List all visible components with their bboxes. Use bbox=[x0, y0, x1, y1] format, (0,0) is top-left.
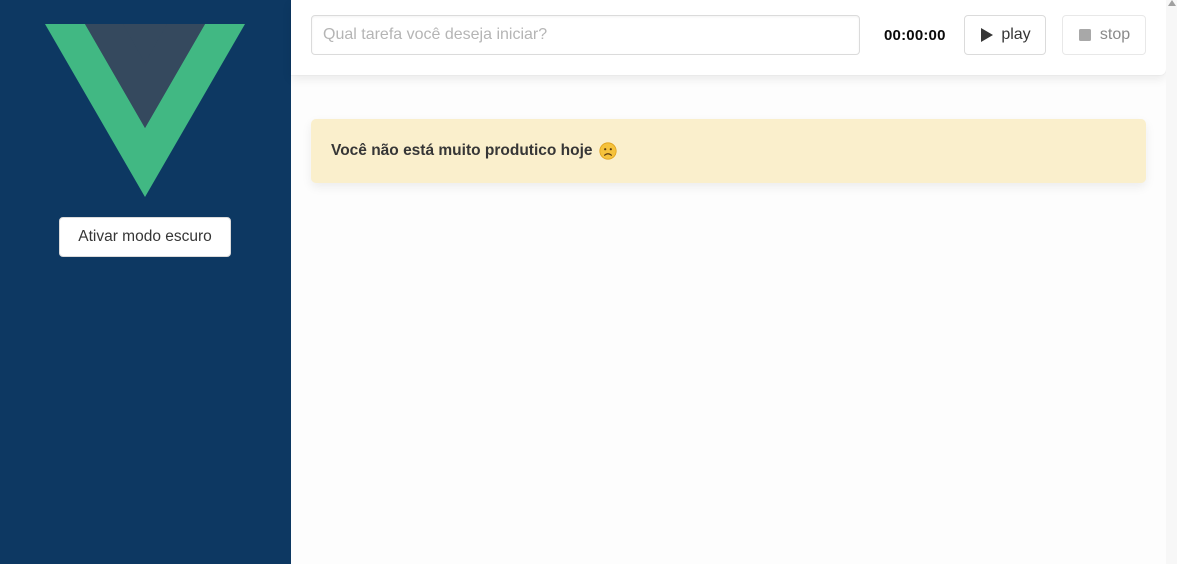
sad-face-icon bbox=[598, 142, 617, 160]
timer-display: 00:00:00 bbox=[884, 27, 946, 44]
play-icon bbox=[979, 28, 993, 42]
productivity-notice: Você não está muito produtico hoje bbox=[311, 119, 1146, 183]
stop-button[interactable]: stop bbox=[1062, 15, 1146, 55]
scroll-up-arrow-icon[interactable] bbox=[1168, 0, 1176, 6]
task-input[interactable] bbox=[311, 15, 860, 55]
stop-icon bbox=[1078, 28, 1092, 42]
vue-logo bbox=[45, 24, 245, 197]
notice-text: Você não está muito produtico hoje bbox=[331, 142, 593, 159]
app-root: Ativar modo escuro 00:00:00 play stop Vo… bbox=[0, 0, 1177, 564]
play-button-label: play bbox=[1001, 26, 1031, 43]
play-button[interactable]: play bbox=[964, 15, 1046, 55]
main-content: 00:00:00 play stop Você não está muito p… bbox=[291, 0, 1166, 564]
sidebar: Ativar modo escuro bbox=[0, 0, 291, 564]
task-toolbar: 00:00:00 play stop bbox=[291, 0, 1166, 75]
scrollbar[interactable] bbox=[1166, 0, 1177, 564]
stop-button-label: stop bbox=[1099, 26, 1131, 43]
dark-mode-toggle-button[interactable]: Ativar modo escuro bbox=[59, 217, 231, 257]
